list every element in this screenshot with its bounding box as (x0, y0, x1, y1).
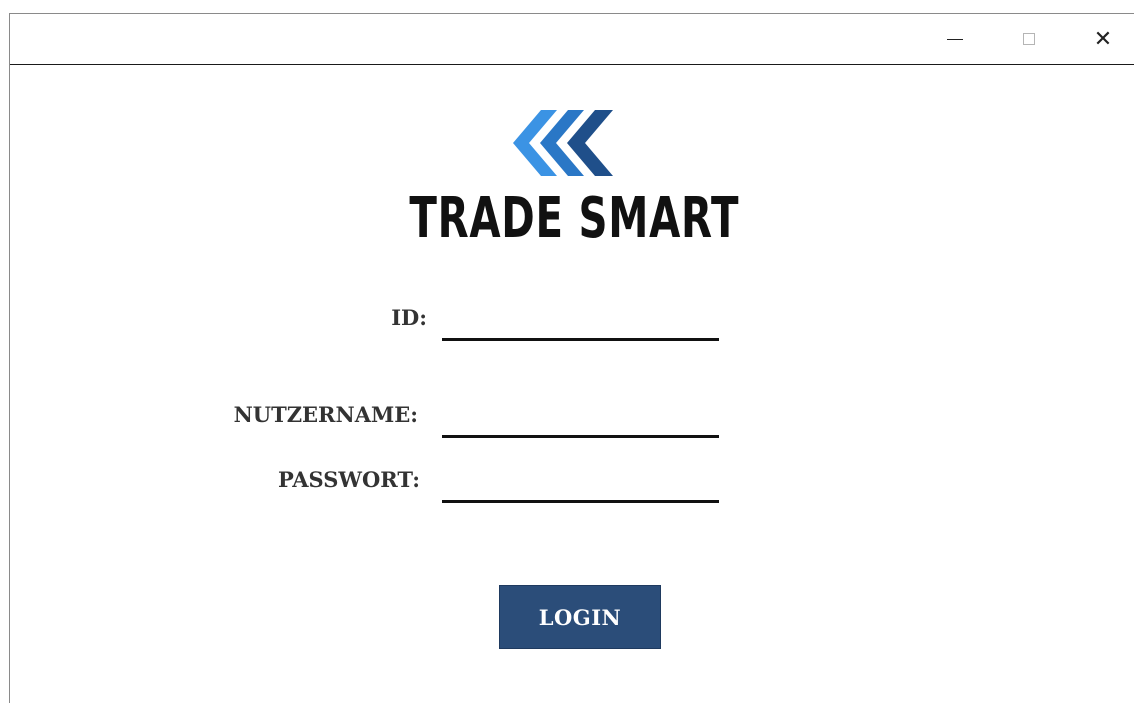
username-input[interactable] (442, 410, 719, 438)
minimize-button[interactable] (932, 14, 978, 64)
password-label: PASSWORT: (277, 467, 420, 492)
id-input[interactable] (442, 313, 719, 341)
close-button[interactable]: ✕ (1080, 14, 1126, 64)
minimize-icon (947, 38, 963, 40)
maximize-button[interactable] (1006, 14, 1052, 64)
password-input[interactable] (442, 475, 719, 503)
maximize-icon (1023, 33, 1035, 45)
username-label: NUTZERNAME: (233, 402, 418, 427)
close-icon: ✕ (1093, 26, 1113, 52)
app-window: ✕ TRADE SMART ID: NUTZERNAME: PASSWORT: … (9, 13, 1134, 703)
title-bar: ✕ (10, 14, 1134, 65)
triple-chevron-left-icon (513, 110, 613, 176)
brand-name: TRADE SMART (409, 186, 740, 251)
id-label: ID: (391, 305, 427, 330)
login-button[interactable]: LOGIN (499, 585, 661, 649)
